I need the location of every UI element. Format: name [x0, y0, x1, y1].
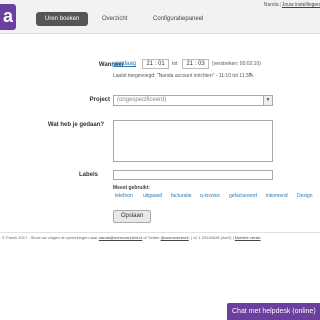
- project-select-value: (ongespecificeerd): [117, 97, 167, 103]
- tag-telefoon[interactable]: telefoon: [115, 193, 133, 199]
- tag-gefactureerd[interactable]: gefactureerd: [229, 193, 257, 199]
- save-button[interactable]: Opslaan: [113, 210, 151, 223]
- footer: © Praxis 2017 - Stuur uw vragen of opmer…: [2, 235, 261, 240]
- date-link[interactable]: vandaag: [113, 61, 136, 67]
- start-time-input[interactable]: 21 : 01: [142, 59, 169, 69]
- tag-facturatie[interactable]: facturatie: [171, 193, 192, 199]
- labels-input[interactable]: [113, 170, 273, 180]
- user-settings-link[interactable]: Jouw instellingen: [282, 2, 320, 8]
- project-select[interactable]: (ongespecificeerd) ▼: [113, 95, 273, 106]
- project-label: Project: [89, 97, 110, 103]
- user-menu: Nanda|Jouw instellingen: [263, 2, 320, 8]
- wanneer-label: Wanneer: [98, 62, 124, 68]
- footer-email-link[interactable]: nanda@urenoverzicht.nl: [99, 235, 142, 240]
- tab-uren-boeken[interactable]: Uren boeken: [36, 12, 89, 26]
- chevron-down-icon[interactable]: ▼: [263, 96, 272, 105]
- tag-design[interactable]: Design: [297, 193, 313, 199]
- footer-text-mid: of Twitter: [142, 235, 161, 240]
- tag-uitgaand[interactable]: uitgaand: [143, 193, 162, 199]
- user-name: Nanda: [263, 2, 279, 8]
- tab-configuratiepaneel[interactable]: Configuratiepaneel: [147, 12, 209, 26]
- description-label: Wat heb je gedaan?: [47, 122, 104, 128]
- footer-copyright: © Praxis 2017 - Stuur uw vragen of opmer…: [2, 235, 99, 240]
- end-time-input[interactable]: 21 : 03: [182, 59, 209, 69]
- footer-divider: [0, 232, 320, 233]
- footer-twitter-link[interactable]: @urenoverzicht: [161, 235, 189, 240]
- description-textarea[interactable]: [113, 120, 273, 162]
- app-logo[interactable]: a: [0, 4, 16, 30]
- tag-q-invoice[interactable]: q-invoice: [200, 193, 220, 199]
- last-added-info: Laatst toegevoegd: "Nanda account inrich…: [113, 73, 253, 79]
- chat-helpdesk-button[interactable]: Chat met helpdesk (online): [227, 303, 320, 320]
- top-navigation-bar: a Uren boeken Overzicht Configuratiepane…: [0, 0, 320, 34]
- labels-label: Labels: [78, 172, 98, 178]
- pencil-icon[interactable]: ✎: [249, 72, 254, 79]
- footer-version: . | v2.1.20140628 (live2) |: [188, 235, 235, 240]
- most-used-label: Meest gebruikt:: [113, 185, 150, 191]
- mobile-version-link[interactable]: Mobiele versie: [235, 235, 261, 240]
- elapsed-time: (verstreken: 00:02:10): [212, 61, 261, 67]
- tag-inkomend[interactable]: inkomend: [266, 193, 288, 199]
- tot-label: tot: [172, 61, 178, 67]
- tab-overzicht[interactable]: Overzicht: [96, 12, 133, 26]
